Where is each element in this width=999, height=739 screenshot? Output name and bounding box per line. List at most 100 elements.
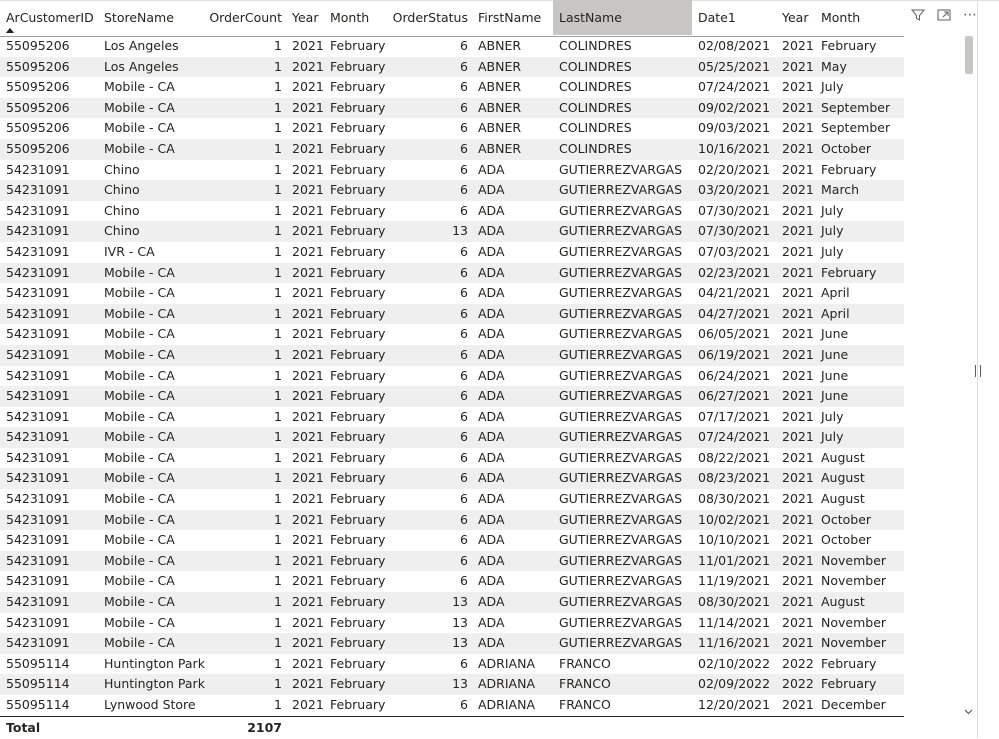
table-cell: 2021 <box>292 449 324 465</box>
table-cell: 55095206 <box>6 120 70 136</box>
table-row[interactable]: 54231091 Mobile - CA 1 2021 February 6 ADA GUTI… <box>0 324 904 345</box>
table-row[interactable]: 55095206 Mobile - CA 1 2021 February 6 ABNER CO… <box>0 118 904 139</box>
table-cell: 54231091 <box>6 305 70 321</box>
resize-handle[interactable] <box>975 365 981 377</box>
table-row[interactable]: 54231091 Mobile - CA 1 2021 February 6 ADA GUTI… <box>0 448 904 469</box>
table-row[interactable]: 54231091 Mobile - CA 1 2021 February 6 ADA GUTI… <box>0 262 904 284</box>
table-cell: ABNER <box>478 38 522 53</box>
table-cell: 55095114 <box>6 676 70 692</box>
table-row[interactable]: 54231091 Mobile - CA 1 2021 February 6 ADA GUTI… <box>0 366 904 387</box>
total-order-count: 2107 <box>247 720 282 735</box>
column-header-storename[interactable]: StoreName <box>98 0 205 35</box>
table-row[interactable]: 54231091 Mobile - CA 1 2021 February 6 ADA GUTI… <box>0 509 904 531</box>
table-cell: GUTIERREZVARGAS <box>559 470 683 486</box>
table-cell: 1 <box>274 243 282 259</box>
column-header-orderstatus[interactable]: OrderStatus <box>386 0 472 35</box>
column-header-lastname[interactable]: LastName <box>6 0 692 35</box>
column-header-firstname[interactable]: FirstName <box>6 0 553 35</box>
table-cell: 1 <box>274 346 282 362</box>
table-cell: 1 <box>274 367 282 383</box>
table-cell: 2021 <box>782 491 814 507</box>
table-row[interactable]: 54231091 Mobile - CA 1 2021 February 6 ADA GUTI… <box>0 344 904 366</box>
table-row[interactable]: 55095114 Huntington Park 1 2021 February 6 ADR… <box>0 654 904 675</box>
table-row[interactable]: 54231091 Mobile - CA 1 2021 February 6 ADA GUTI… <box>0 386 904 407</box>
table-row[interactable]: 55095206 Los Angeles 1 2021 February 6 ABNER CO… <box>0 56 904 78</box>
table-row[interactable]: 54231091 Chino 1 2021 February 6 ADA GUTIERREZV… <box>0 201 904 222</box>
column-header-arcustomerid[interactable]: ArCustomerID <box>0 0 98 35</box>
table-cell: 54231091 <box>6 635 70 651</box>
table-row[interactable]: 55095206 Mobile - CA 1 2021 February 6 ABNER CO… <box>0 77 904 98</box>
table-cell: 1 <box>274 120 282 136</box>
table-cell: February <box>330 99 386 115</box>
table-row[interactable]: 54231091 Chino 1 2021 February 13 ADA GUTIERREZ… <box>0 221 904 242</box>
table-cell: 13 <box>452 614 468 630</box>
table-cell: June <box>821 367 849 383</box>
filter-icon[interactable] <box>909 6 927 24</box>
table-row[interactable]: 55095206 Mobile - CA 1 2021 February 6 ABNER CO… <box>0 138 904 160</box>
table-cell: 6 <box>460 140 468 156</box>
table-row[interactable]: 54231091 Mobile - CA 1 2021 February 13 ADA GUT… <box>0 633 904 654</box>
table-row[interactable]: 54231091 Mobile - CA 1 2021 February 6 ADA GUTI… <box>0 468 904 490</box>
table-row[interactable]: 54231091 Mobile - CA 1 2021 February 6 ADA GUTI… <box>0 571 904 592</box>
table-cell: 6 <box>460 264 468 280</box>
table-cell: COLINDRES <box>559 120 632 136</box>
vertical-scrollbar[interactable] <box>962 36 975 718</box>
table-row[interactable]: 54231091 Chino 1 2021 February 6 ADA GUTIERREZV… <box>0 160 904 181</box>
table-cell: GUTIERREZVARGAS <box>559 491 683 507</box>
table-cell: GUTIERREZVARGAS <box>559 346 683 362</box>
table-cell: 2021 <box>782 243 814 259</box>
table-cell: 2021 <box>292 264 324 280</box>
table-cell: 2021 <box>292 223 324 239</box>
table-cell: 2021 <box>292 326 324 342</box>
table-cell: 11/16/2021 <box>698 635 771 651</box>
scrollbar-thumb[interactable] <box>965 36 973 74</box>
table-row[interactable]: 54231091 Mobile - CA 1 2021 February 6 ADA GUTI… <box>0 303 904 325</box>
column-header-label: OrderStatus <box>392 10 468 25</box>
table-row[interactable]: 54231091 Mobile - CA 1 2021 February 6 ADA GUTI… <box>0 550 904 572</box>
table-cell: February <box>330 140 386 156</box>
table-cell: 54231091 <box>6 367 70 383</box>
column-header-ordercount[interactable]: OrderCount <box>205 0 286 35</box>
table-row[interactable]: 55095206 Los Angeles 1 2021 February 6 ABNER CO… <box>0 36 904 57</box>
table-row[interactable]: 54231091 Chino 1 2021 February 6 ADA GUTIERREZV… <box>0 180 904 201</box>
table-row[interactable]: 54231091 Mobile - CA 1 2021 February 13 ADA GUT… <box>0 592 904 613</box>
column-header-year[interactable]: Year <box>286 0 324 35</box>
table-row[interactable]: 55095114 Lynwood Store 1 2021 February 6 ADRIA… <box>0 695 904 716</box>
table-cell: 08/30/2021 <box>698 491 771 507</box>
table-cell: 06/24/2021 <box>698 367 771 383</box>
table-row[interactable]: 54231091 Mobile - CA 1 2021 February 6 ADA GUTI… <box>0 283 904 304</box>
table-cell: 2021 <box>292 120 324 136</box>
table-cell: 2022 <box>782 676 814 692</box>
table-row[interactable]: 54231091 Mobile - CA 1 2021 February 6 ADA GUTI… <box>0 489 904 510</box>
table-cell: 11/01/2021 <box>698 552 771 568</box>
column-header-month[interactable]: Month <box>324 0 386 35</box>
column-header-month[interactable]: Month <box>815 0 890 35</box>
table-row[interactable]: 54231091 IVR - CA 1 2021 February 6 ADA GUTIERR… <box>0 242 904 263</box>
table-cell: 54231091 <box>6 470 70 486</box>
table-cell: 54231091 <box>6 346 70 362</box>
table-cell: 1 <box>274 79 282 95</box>
table-cell: 2021 <box>782 697 814 712</box>
table-cell: 1 <box>274 202 282 218</box>
column-header-date1[interactable]: Date1 <box>692 0 776 35</box>
table-cell: 1 <box>274 635 282 651</box>
table-cell: Mobile - CA <box>104 532 175 548</box>
table-cell: July <box>821 202 844 218</box>
table-cell: 07/30/2021 <box>698 223 771 239</box>
table-cell: Mobile - CA <box>104 326 175 342</box>
table-row[interactable]: 55095114 Huntington Park 1 2021 February 13 AD… <box>0 674 904 695</box>
table-cell: February <box>821 655 877 671</box>
table-row[interactable]: 54231091 Mobile - CA 1 2021 February 13 ADA GUT… <box>0 613 904 634</box>
table-cell: 54231091 <box>6 223 70 239</box>
table-row[interactable]: 54231091 Mobile - CA 1 2021 February 6 ADA GUTI… <box>0 427 904 448</box>
table-row[interactable]: 55095206 Mobile - CA 1 2021 February 6 ABNER CO… <box>0 97 904 119</box>
table-row[interactable]: 54231091 Mobile - CA 1 2021 February 6 ADA GUTI… <box>0 530 904 551</box>
table-cell: 09/03/2021 <box>698 120 771 136</box>
table-cell: 2021 <box>782 326 814 342</box>
table-cell: GUTIERREZVARGAS <box>559 449 683 465</box>
column-header-year[interactable]: Year <box>776 0 815 35</box>
scroll-down-icon[interactable] <box>962 706 975 718</box>
table-cell: ADA <box>478 614 505 630</box>
focus-mode-icon[interactable] <box>935 6 953 24</box>
table-row[interactable]: 54231091 Mobile - CA 1 2021 February 6 ADA GUTI… <box>0 407 904 428</box>
